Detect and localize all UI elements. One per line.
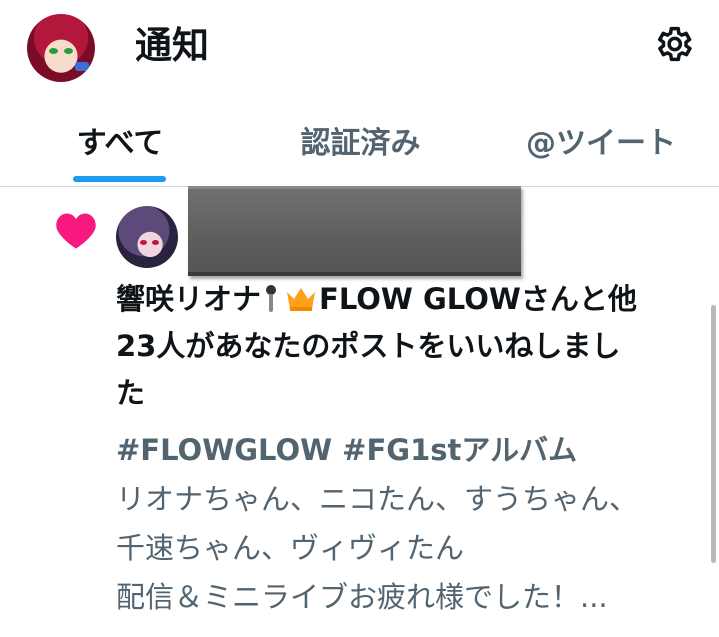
notification-line-2: 23人があなたのポストをいいねしまし xyxy=(116,329,621,363)
tab-all[interactable]: すべて xyxy=(38,108,202,186)
liker-avatar[interactable] xyxy=(116,206,178,268)
avatar-eye xyxy=(152,240,159,245)
post-line: 配信＆ミニライブお疲れ様でした！... xyxy=(116,580,608,614)
notification-line-3: た xyxy=(116,376,146,410)
notification-text[interactable]: 響咲リオナ FLOW GLOWさんと他 23人があなたのポストをいいねしまし た xyxy=(116,276,696,417)
post-hashtags[interactable]: #FLOWGLOW #FG1stアルバム xyxy=(116,426,706,475)
notification-suffix: さんと他 xyxy=(520,282,637,316)
avatar-mic xyxy=(75,62,89,71)
microphone-emoji xyxy=(263,285,279,313)
tab-mentions[interactable]: @ツイート xyxy=(503,108,699,186)
avatar-eye xyxy=(140,240,147,245)
avatar-eye xyxy=(64,48,73,54)
post-line: 千速ちゃん、ヴィヴィたん xyxy=(116,531,465,565)
profile-avatar[interactable] xyxy=(27,14,95,82)
redacted-avatars xyxy=(188,186,521,276)
post-line: リオナちゃん、ニコたん、すうちゃん、 xyxy=(116,482,639,516)
page-title: 通知 xyxy=(135,24,209,67)
top-bar: 通知 xyxy=(0,0,719,95)
tab-verified[interactable]: 認証済み xyxy=(268,108,453,186)
second-liker-name[interactable]: FLOW GLOW xyxy=(319,282,521,316)
crown-emoji xyxy=(287,288,316,311)
active-tab-indicator xyxy=(73,176,166,182)
gear-icon[interactable] xyxy=(652,23,694,65)
avatar-eye xyxy=(49,48,58,54)
post-preview[interactable]: #FLOWGLOW #FG1stアルバム リオナちゃん、ニコたん、すうちゃん、 … xyxy=(116,426,706,622)
liker-name[interactable]: 響咲リオナ xyxy=(116,282,261,316)
scrollbar[interactable] xyxy=(711,305,716,563)
heart-icon xyxy=(56,213,96,249)
